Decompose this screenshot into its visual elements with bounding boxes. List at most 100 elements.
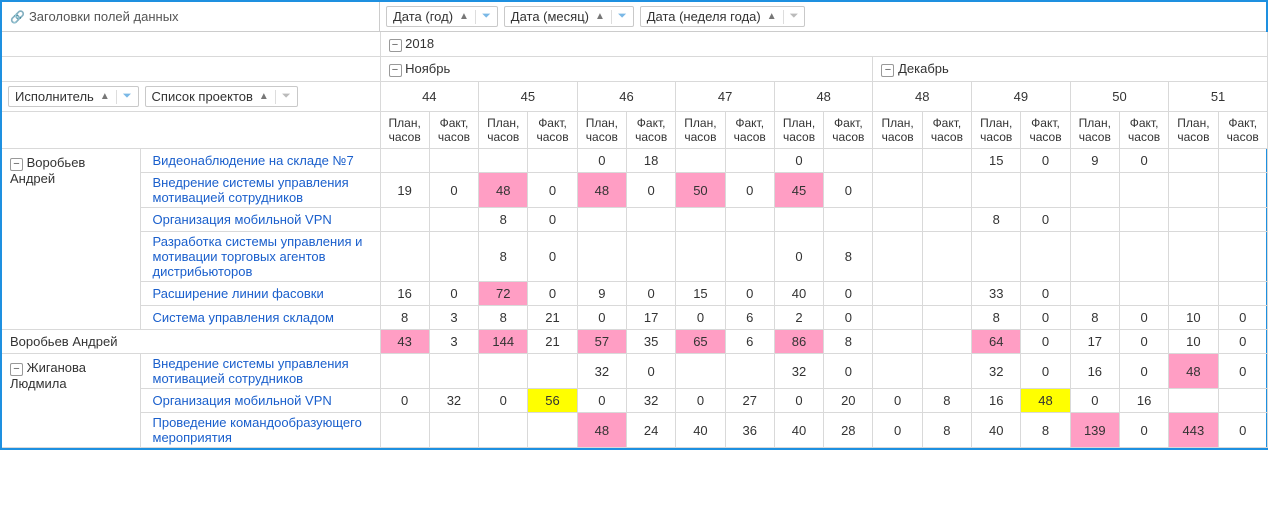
value-cell: 56: [528, 389, 577, 413]
measure-fact: Факт, часов: [922, 112, 971, 149]
value-cell: 43: [380, 330, 429, 354]
value-cell: 0: [1218, 354, 1267, 389]
value-cell: 0: [824, 173, 873, 208]
total-row: Воробьев Андрей4331442157356568686401701…: [2, 330, 1267, 354]
value-cell: [1218, 149, 1267, 173]
value-cell: [429, 149, 478, 173]
collapse-icon[interactable]: −: [10, 363, 23, 376]
month-header[interactable]: − Ноябрь: [380, 57, 873, 82]
value-cell: [922, 208, 971, 232]
value-cell: 0: [577, 389, 626, 413]
value-cell: [1218, 232, 1267, 282]
project-link[interactable]: Внедрение системы управления мотивацией …: [141, 354, 380, 388]
value-cell: 8: [479, 306, 528, 330]
filter-icon[interactable]: ⏷: [482, 10, 491, 23]
column-field-chip[interactable]: Дата (год)▲⏷: [386, 6, 498, 27]
value-cell: 8: [1021, 413, 1070, 448]
project-link[interactable]: Организация мобильной VPN: [141, 391, 380, 410]
value-cell: [676, 232, 725, 282]
value-cell: 443: [1169, 413, 1218, 448]
week-header[interactable]: 45: [479, 82, 578, 112]
week-header[interactable]: 47: [676, 82, 775, 112]
value-cell: 0: [1021, 208, 1070, 232]
column-field-chip[interactable]: Дата (месяц)▲⏷: [504, 6, 634, 27]
project-link[interactable]: Расширение линии фасовки: [141, 284, 380, 303]
filter-icon[interactable]: ⏷: [790, 10, 799, 23]
executor-cell[interactable]: − Воробьев Андрей: [2, 149, 140, 330]
value-cell: 0: [824, 282, 873, 306]
value-cell: [972, 173, 1021, 208]
value-cell: 0: [528, 232, 577, 282]
value-cell: [922, 232, 971, 282]
value-cell: [676, 149, 725, 173]
week-header[interactable]: 48: [774, 82, 873, 112]
value-cell: 40: [774, 413, 823, 448]
value-cell: [873, 173, 922, 208]
value-cell: 0: [1119, 330, 1168, 354]
value-cell: 8: [972, 306, 1021, 330]
project-link[interactable]: Разработка системы управления и мотиваци…: [141, 232, 380, 281]
project-cell: Проведение командообразующего мероприяти…: [140, 413, 380, 448]
value-cell: 0: [824, 354, 873, 389]
value-cell: 65: [676, 330, 725, 354]
table-row: Внедрение системы управления мотивацией …: [2, 173, 1267, 208]
value-cell: [873, 354, 922, 389]
value-cell: 21: [528, 306, 577, 330]
value-cell: [774, 208, 823, 232]
value-cell: [1021, 232, 1070, 282]
value-cell: [577, 232, 626, 282]
value-cell: [528, 413, 577, 448]
filter-icon[interactable]: ⏷: [123, 90, 132, 103]
value-cell: 3: [429, 330, 478, 354]
week-header[interactable]: 44: [380, 82, 479, 112]
project-cell: Организация мобильной VPN: [140, 389, 380, 413]
collapse-icon[interactable]: −: [389, 64, 402, 77]
week-header[interactable]: 48: [873, 82, 972, 112]
executor-cell[interactable]: − Жиганова Людмила: [2, 354, 140, 448]
value-cell: [725, 149, 774, 173]
week-header[interactable]: 50: [1070, 82, 1169, 112]
month-header[interactable]: − Декабрь: [873, 57, 1267, 82]
value-cell: [1169, 389, 1218, 413]
measure-plan: План, часов: [972, 112, 1021, 149]
value-cell: 0: [725, 173, 774, 208]
collapse-icon[interactable]: −: [10, 158, 23, 171]
column-field-chip[interactable]: Дата (неделя года)▲⏷: [640, 6, 806, 27]
value-cell: [528, 149, 577, 173]
value-cell: [922, 354, 971, 389]
value-cell: 8: [380, 306, 429, 330]
value-cell: [676, 354, 725, 389]
value-cell: 28: [824, 413, 873, 448]
pivot-grid: 🔗 Заголовки полей данных Дата (год)▲⏷Дат…: [0, 0, 1268, 450]
week-header[interactable]: 51: [1169, 82, 1268, 112]
collapse-icon[interactable]: −: [389, 39, 402, 52]
project-link[interactable]: Организация мобильной VPN: [141, 210, 380, 229]
project-cell: Видеонаблюдение на складе №7: [140, 149, 380, 173]
value-cell: 0: [1119, 354, 1168, 389]
field-label: Исполнитель: [15, 89, 94, 104]
value-cell: 8: [479, 232, 528, 282]
measure-fact: Факт, часов: [626, 112, 675, 149]
project-link[interactable]: Внедрение системы управления мотивацией …: [141, 173, 380, 207]
value-cell: 86: [774, 330, 823, 354]
row-field-chip[interactable]: Список проектов▲⏷: [145, 86, 298, 107]
value-cell: 8: [824, 232, 873, 282]
row-field-chip[interactable]: Исполнитель▲⏷: [8, 86, 139, 107]
collapse-icon[interactable]: −: [881, 64, 894, 77]
value-cell: 139: [1070, 413, 1119, 448]
project-link[interactable]: Система управления складом: [141, 308, 380, 327]
project-link[interactable]: Видеонаблюдение на складе №7: [141, 151, 380, 170]
week-header[interactable]: 46: [577, 82, 676, 112]
project-link[interactable]: Проведение командообразующего мероприяти…: [141, 413, 380, 447]
table-row: Система управления складом83821017062080…: [2, 306, 1267, 330]
value-cell: 40: [774, 282, 823, 306]
filter-icon[interactable]: ⏷: [282, 90, 291, 103]
value-cell: 0: [725, 282, 774, 306]
year-header[interactable]: − 2018: [380, 32, 1267, 57]
total-label: Воробьев Андрей: [2, 330, 380, 354]
project-cell: Внедрение системы управления мотивацией …: [140, 354, 380, 389]
week-header[interactable]: 49: [972, 82, 1071, 112]
value-cell: [479, 149, 528, 173]
filter-icon[interactable]: ⏷: [618, 10, 627, 23]
value-cell: 0: [528, 208, 577, 232]
